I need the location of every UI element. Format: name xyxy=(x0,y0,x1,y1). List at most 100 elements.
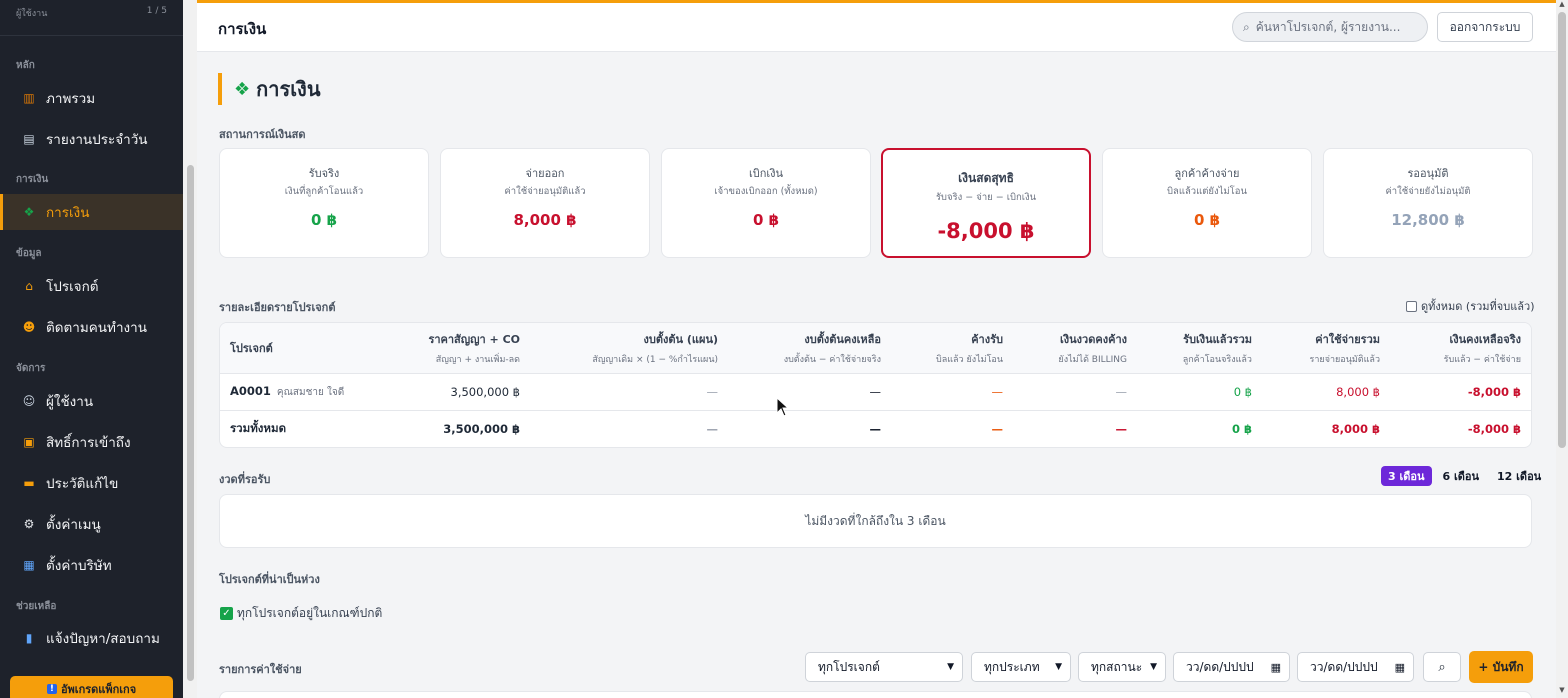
type-filter-select[interactable]: ทุกประเภท ▼ xyxy=(971,652,1071,682)
house-icon: ⌂ xyxy=(25,279,33,293)
watch-label: โปรเจกต์ที่น่าเป็นห่วง xyxy=(219,573,320,586)
card-subtitle: เจ้าของเบิกออก (ทั้งหมด) xyxy=(714,186,818,197)
sidebar-item-users[interactable]: ☺ ผู้ใช้งาน xyxy=(0,383,183,419)
sidebar-item-overview[interactable]: ▥ ภาพรวม xyxy=(0,80,183,116)
lock-icon: ▣ xyxy=(23,435,35,449)
card-value: 0 ฿ xyxy=(1193,211,1221,229)
date-from-input[interactable]: วว/ดด/ปปปป ▦ xyxy=(1173,652,1290,682)
col-balance: เงินคงเหลือจริง รับแล้ว − ค่าใช้จ่าย xyxy=(1390,323,1531,374)
sidebar-item-company-settings[interactable]: ▦ ตั้งค่าบริษัท xyxy=(0,547,183,583)
building-icon: ▦ xyxy=(23,558,35,572)
scroll-down-icon[interactable]: ▼ xyxy=(1556,686,1568,698)
card-subtitle: เงินที่ลูกค้าโอนแล้ว xyxy=(284,186,364,197)
section-data: ข้อมูล xyxy=(16,248,42,259)
cell-project: A0001 คุณสมชาย ใจดี xyxy=(220,373,370,411)
user-count-value: 1 / 5 xyxy=(146,6,167,16)
sidebar-item-label: ตั้งค่าบริษัท xyxy=(46,558,112,574)
show-all-toggle[interactable]: ดูทั้งหมด (รวมที่จบแล้ว) xyxy=(1406,297,1535,315)
section-main: หลัก xyxy=(16,60,35,71)
cell-receivable: — xyxy=(891,373,1013,411)
sidebar-item-label: โปรเจกต์ xyxy=(46,279,99,295)
sidebar-item-label: แจ้งปัญหา/สอบถาม xyxy=(46,631,160,647)
page-heading: ❖ การเงิน xyxy=(218,73,321,105)
sidebar-item-permissions[interactable]: ▣ สิทธิ์การเข้าถึง xyxy=(0,424,183,460)
col-project: โปรเจกต์ xyxy=(220,323,370,374)
card-subtitle: ค่าใช้จ่ายอนุมัติแล้ว xyxy=(504,186,586,197)
page-scrollbar-thumb[interactable] xyxy=(1558,12,1566,448)
card-withdraw: เบิกเงิน เจ้าของเบิกออก (ทั้งหมด) 0 ฿ xyxy=(661,148,871,258)
watch-ok-text: ทุกโปรเจกต์อยู่ในเกณฑ์ปกติ xyxy=(237,606,383,620)
sidebar-item-label: การเงิน xyxy=(46,205,90,221)
card-title: รับจริง xyxy=(308,167,340,180)
page-title: การเงิน xyxy=(218,20,267,38)
sidebar-item-label: ประวัติแก้ไข xyxy=(46,476,119,492)
user-count-label: ผู้ใช้งาน xyxy=(16,9,48,19)
cell-budget-left: — xyxy=(869,421,882,436)
search-icon: ⌕ xyxy=(1243,19,1250,34)
filter-search-button[interactable]: ⌕ xyxy=(1423,652,1461,682)
sidebar: ผู้ใช้งาน 1 / 5 หลัก ▥ ภาพรวม ▤ รายงานปร… xyxy=(0,0,183,698)
worker-icon: ☻ xyxy=(22,320,36,334)
card-value: 0 ฿ xyxy=(752,211,780,229)
project-filter-select[interactable]: ทุกโปรเจกต์ ▼ xyxy=(805,652,963,682)
upgrade-package-button[interactable]: ! อัพเกรดแพ็กเกจ xyxy=(10,676,173,698)
project-detail-label: รายละเอียดรายโปรเจกต์ xyxy=(219,301,336,314)
calendar-icon: ▦ xyxy=(1270,660,1281,674)
money-icon: ❖ xyxy=(234,78,251,100)
section-manage: จัดการ xyxy=(16,363,46,374)
range-6-months[interactable]: 6 เดือน xyxy=(1436,466,1487,486)
card-pending-approval: รออนุมัติ ค่าใช้จ่ายยังไม่อนุมัติ 12,800… xyxy=(1323,148,1533,258)
scroll-up-icon[interactable]: ▲ xyxy=(1556,0,1568,12)
sidebar-item-worker-tracking[interactable]: ☻ ติดตามคนทำงาน xyxy=(0,309,183,345)
chart-icon: ▥ xyxy=(23,91,35,105)
card-value: 12,800 ฿ xyxy=(1391,211,1465,229)
sidebar-item-finance[interactable]: ❖ การเงิน xyxy=(0,194,183,230)
installments-empty: ไม่มีงวดที่ใกล้ถึงใน 3 เดือน xyxy=(219,494,1532,548)
range-3-months[interactable]: 3 เดือน xyxy=(1381,466,1432,486)
card-subtitle: รับจริง − จ่าย − เบิกเงิน xyxy=(935,192,1037,203)
calendar-icon: ▦ xyxy=(1394,660,1405,674)
check-icon: ✓ xyxy=(220,607,233,620)
logout-button[interactable]: ออกจากระบบ xyxy=(1437,12,1533,42)
chevron-down-icon: ▼ xyxy=(947,662,954,672)
cell-expense: 8,000 ฿ xyxy=(1331,421,1380,436)
expenses-label: รายการค่าใช้จ่าย xyxy=(219,663,302,676)
sidebar-item-label: ภาพรวม xyxy=(46,91,96,107)
cell-balance: -8,000 ฿ xyxy=(1467,421,1521,436)
main-content: การเงิน ⌕ ค้นหาโปรเจกต์, ผู้รายงาน... ออ… xyxy=(197,0,1556,698)
card-subtitle: บิลแล้วแต่ยังไม่โอน xyxy=(1167,186,1247,197)
status-filter-select[interactable]: ทุกสถานะ ▼ xyxy=(1078,652,1166,682)
sidebar-item-support[interactable]: ▮ แจ้งปัญหา/สอบถาม xyxy=(0,620,183,656)
card-value: -8,000 ฿ xyxy=(937,219,1035,243)
card-title: รออนุมัติ xyxy=(1407,167,1449,180)
page-heading-text: การเงิน xyxy=(256,77,321,101)
cell-pending: — xyxy=(1115,421,1128,436)
upgrade-label: อัพเกรดแพ็กเกจ xyxy=(60,683,137,696)
add-expense-button[interactable]: + บันทึก xyxy=(1469,651,1533,683)
col-receivable: ค้างรับ บิลแล้ว ยังไม่โอน xyxy=(891,323,1013,374)
table-total-row: รวมทั้งหมด 3,500,000 ฿ — — — — 0 ฿ 8,000… xyxy=(220,410,1531,447)
search-icon: ⌕ xyxy=(1438,659,1446,675)
range-selector: 3 เดือน 6 เดือน 12 เดือน xyxy=(1381,466,1548,486)
card-value: 8,000 ฿ xyxy=(513,211,577,229)
sidebar-scrollbar-thumb[interactable] xyxy=(187,165,194,681)
range-12-months[interactable]: 12 เดือน xyxy=(1490,466,1548,486)
info-icon: ! xyxy=(46,684,57,694)
col-budget: งบตั้งต้น (แผน) สัญญาเดิม × (1 − %กำไรแผน… xyxy=(530,323,728,374)
cell-received: 0 ฿ xyxy=(1137,373,1262,411)
sidebar-item-projects[interactable]: ⌂ โปรเจกต์ xyxy=(0,268,183,304)
cell-budget-left: — xyxy=(728,373,891,411)
table-row[interactable]: A0001 คุณสมชาย ใจดี 3,500,000 ฿ — — — — 0… xyxy=(220,373,1531,411)
search-input[interactable]: ⌕ ค้นหาโปรเจกต์, ผู้รายงาน... xyxy=(1232,12,1428,42)
date-to-input[interactable]: วว/ดด/ปปปป ▦ xyxy=(1297,652,1414,682)
sidebar-item-menu-settings[interactable]: ⚙ ตั้งค่าเมนู xyxy=(0,506,183,542)
col-pending: เงินงวดคงค้าง ยังไม่ได้ BILLING xyxy=(1013,323,1137,374)
card-value: 0 ฿ xyxy=(310,211,338,229)
sidebar-item-label: ตั้งค่าเมนู xyxy=(46,517,101,533)
card-net-cash: เงินสดสุทธิ รับจริง − จ่าย − เบิกเงิน -8… xyxy=(881,148,1091,258)
show-all-checkbox[interactable] xyxy=(1406,300,1417,312)
sidebar-item-daily-report[interactable]: ▤ รายงานประจำวัน xyxy=(0,121,183,157)
sidebar-item-history[interactable]: ▬ ประวัติแก้ไข xyxy=(0,465,183,501)
watch-status: ✓ ทุกโปรเจกต์อยู่ในเกณฑ์ปกติ xyxy=(220,604,382,623)
folder-icon: ▬ xyxy=(23,476,35,490)
